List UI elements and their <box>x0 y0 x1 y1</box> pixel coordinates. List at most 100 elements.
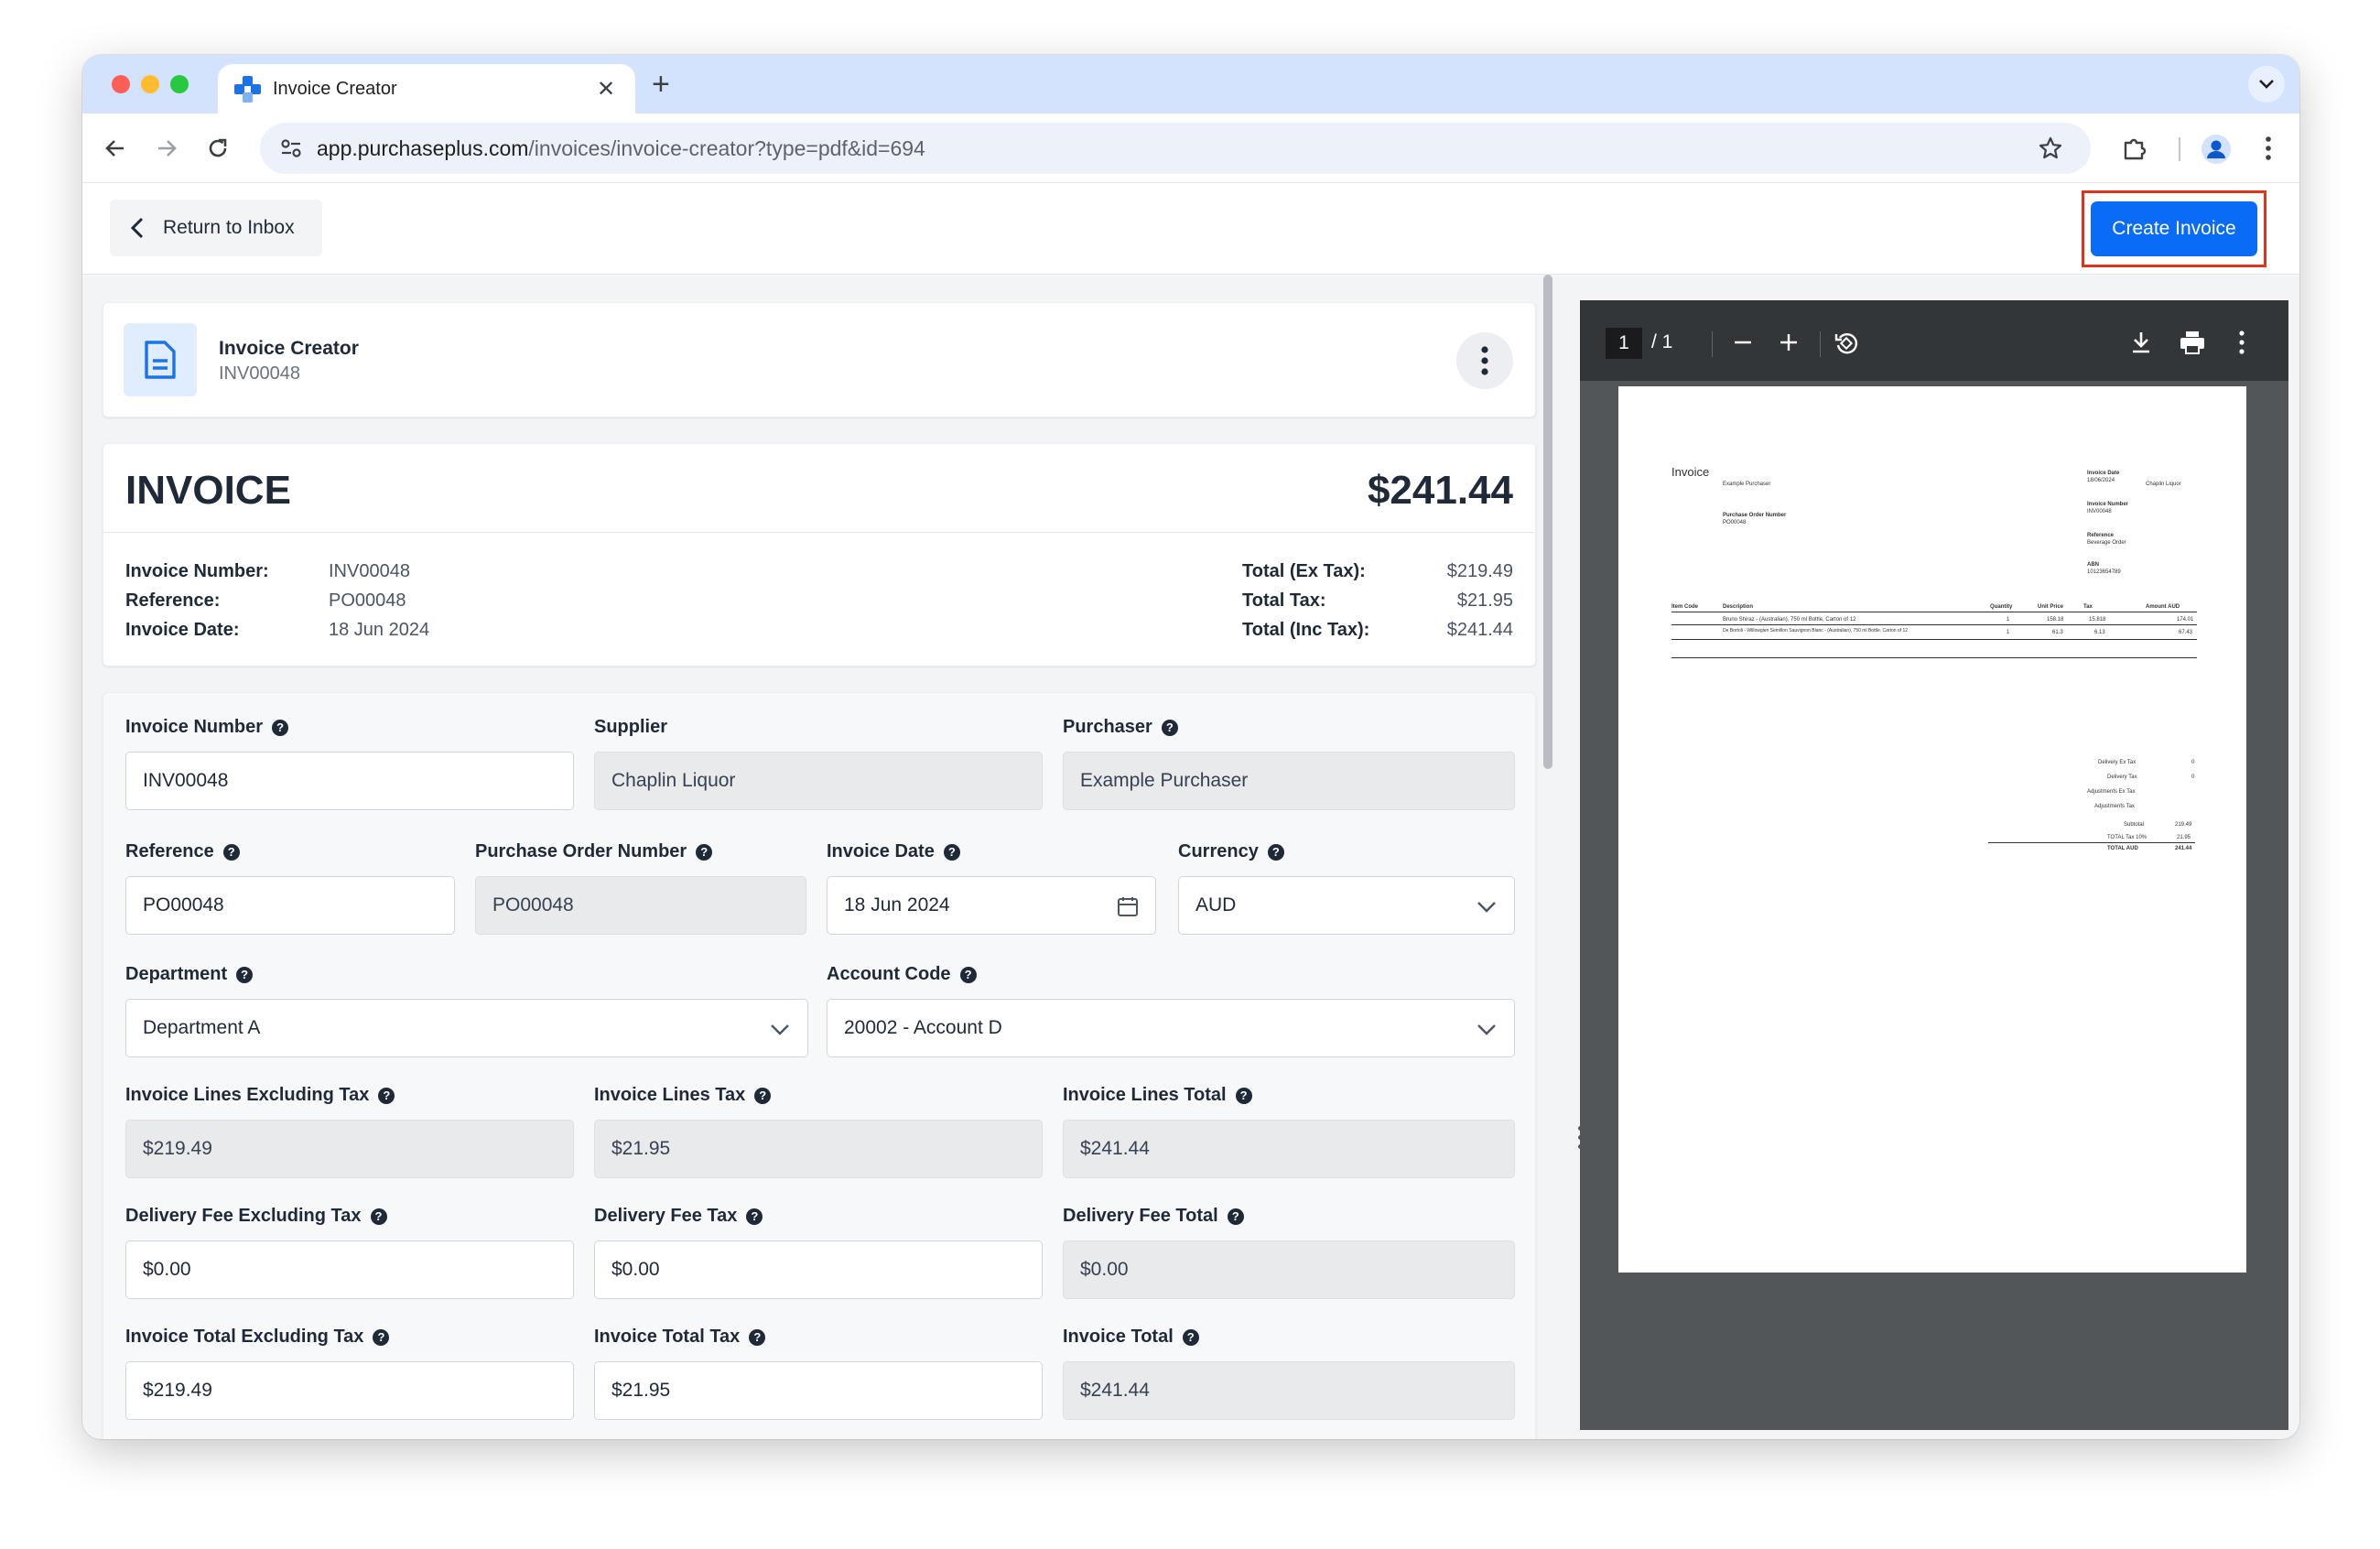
back-arrow-icon[interactable] <box>101 134 130 163</box>
zoom-out-icon[interactable] <box>1732 331 1754 358</box>
invoice-total-field: $241.44 <box>1063 1361 1515 1420</box>
extensions-icon[interactable] <box>2120 134 2149 168</box>
department-value: Department A <box>143 1017 261 1038</box>
toolbar-divider <box>2179 137 2180 161</box>
scrollbar-thumb[interactable] <box>1543 275 1552 769</box>
summary-label: Invoice Number: <box>125 561 269 581</box>
help-icon[interactable]: ? <box>1235 1087 1252 1104</box>
summary-value: 18 Jun 2024 <box>329 620 430 640</box>
site-settings-icon[interactable] <box>278 135 304 166</box>
tab-close-icon[interactable]: ✕ <box>593 76 619 103</box>
pdf-total-label: Delivery Ex Tax <box>2098 760 2137 765</box>
summary-label: Total Tax: <box>1242 590 1326 611</box>
maximize-window-button[interactable] <box>170 75 189 93</box>
calendar-icon[interactable] <box>1117 895 1139 917</box>
summary-total: $241.44 <box>1367 468 1513 513</box>
po-number-label: Purchase Order Number? <box>475 841 713 862</box>
invoice-form-pane: Invoice Creator INV00048 INVOICE $241.44… <box>82 275 1538 1439</box>
summary-value: $241.44 <box>1446 620 1513 640</box>
help-icon[interactable]: ? <box>236 966 254 983</box>
help-icon[interactable]: ? <box>959 966 977 983</box>
summary-label: Total (Ex Tax): <box>1242 561 1366 581</box>
pdf-row-price: 158.18 <box>2047 617 2064 623</box>
profile-avatar-icon[interactable] <box>2201 134 2232 169</box>
total-ex-tax-input[interactable]: $219.49 <box>125 1361 574 1420</box>
rotate-icon[interactable] <box>1833 330 1860 362</box>
pdf-doc-title: Invoice <box>1671 465 1710 479</box>
browser-tab[interactable]: Invoice Creator ✕ <box>218 64 635 114</box>
form-scrollbar[interactable] <box>1540 275 1556 1439</box>
reload-icon[interactable] <box>203 134 233 163</box>
pdf-rule <box>1671 639 2197 640</box>
help-icon[interactable]: ? <box>696 843 713 861</box>
help-icon[interactable]: ? <box>222 843 240 861</box>
invoice-date-input[interactable]: 18 Jun 2024 <box>827 876 1156 935</box>
help-icon[interactable]: ? <box>1267 843 1284 861</box>
return-to-inbox-button[interactable]: Return to Inbox <box>110 200 322 256</box>
pdf-col-header: Tax <box>2083 604 2093 610</box>
summary-value: INV00048 <box>329 561 410 581</box>
pdf-total-label: TOTAL Tax 10% <box>2107 835 2147 840</box>
total-tax-input[interactable]: $21.95 <box>594 1361 1043 1420</box>
help-icon[interactable]: ? <box>1161 719 1178 736</box>
summary-divider <box>103 532 1535 533</box>
help-icon[interactable]: ? <box>272 719 289 736</box>
summary-label: Invoice Date: <box>125 620 240 640</box>
new-tab-icon[interactable]: + <box>652 68 670 101</box>
currency-label: Currency? <box>1178 841 1284 862</box>
pdf-col-header: Amount AUD <box>2146 604 2180 610</box>
account-code-select[interactable]: 20002 - Account D <box>827 999 1515 1057</box>
help-icon[interactable]: ? <box>370 1208 387 1225</box>
pdf-total-label: TOTAL AUD <box>2107 846 2138 851</box>
summary-value: $21.95 <box>1456 590 1513 611</box>
supplier-label: Supplier <box>594 717 668 737</box>
delivery-ex-tax-input[interactable]: $0.00 <box>125 1240 574 1299</box>
kebab-menu-icon <box>1481 346 1488 375</box>
tab-search-chevron-icon[interactable] <box>2248 66 2285 103</box>
help-icon[interactable]: ? <box>749 1328 766 1346</box>
summary-label: Total (Inc Tax): <box>1242 620 1370 640</box>
app-favicon-icon <box>234 76 261 103</box>
create-invoice-button[interactable]: Create Invoice <box>2091 201 2257 256</box>
po-number-field: PO00048 <box>475 876 806 935</box>
help-icon[interactable]: ? <box>943 843 960 861</box>
help-icon[interactable]: ? <box>373 1328 390 1346</box>
pdf-toolbar: 1 / 1 <box>1580 300 2288 381</box>
pdf-row-desc: De Bortoli - Willowglen Semillon Sauvign… <box>1723 628 1909 634</box>
invoice-number-input[interactable]: INV00048 <box>125 752 574 810</box>
delivery-total-field: $0.00 <box>1063 1240 1515 1299</box>
page-total: / 1 <box>1651 331 1673 352</box>
address-bar[interactable]: app.purchaseplus.com/invoices/invoice-cr… <box>260 123 2091 174</box>
account-code-label: Account Code? <box>827 964 977 985</box>
pdf-date-label: Invoice Date <box>2087 471 2120 476</box>
help-icon[interactable]: ? <box>1182 1328 1199 1346</box>
minimize-window-button[interactable] <box>141 75 159 93</box>
help-icon[interactable]: ? <box>1227 1208 1244 1225</box>
pdf-num-value: INV00048 <box>2087 509 2112 515</box>
help-icon[interactable]: ? <box>746 1208 763 1225</box>
browser-menu-icon[interactable] <box>2263 134 2274 168</box>
zoom-in-icon[interactable] <box>1778 331 1800 358</box>
print-icon[interactable] <box>2179 330 2206 360</box>
supplier-field: Chaplin Liquor <box>594 752 1043 810</box>
lines-total-field: $241.44 <box>1063 1120 1515 1178</box>
department-select[interactable]: Department A <box>125 999 808 1057</box>
pdf-row-qty: 1 <box>2007 630 2010 635</box>
forward-arrow-icon[interactable] <box>152 134 181 163</box>
pdf-more-options-icon[interactable] <box>2237 330 2246 360</box>
close-window-button[interactable] <box>112 75 130 93</box>
download-icon[interactable] <box>2129 330 2153 360</box>
help-icon[interactable]: ? <box>378 1087 395 1104</box>
help-icon[interactable]: ? <box>754 1087 772 1104</box>
currency-select[interactable]: AUD <box>1178 876 1515 935</box>
more-options-button[interactable] <box>1456 332 1513 389</box>
reference-input[interactable]: PO00048 <box>125 876 455 935</box>
window-controls <box>112 75 189 93</box>
bookmark-star-icon[interactable] <box>2038 135 2063 166</box>
reference-label: Reference? <box>125 841 240 862</box>
tab-strip: Invoice Creator ✕ + <box>82 55 2299 114</box>
page-number-input[interactable]: 1 <box>1606 328 1642 359</box>
invoice-creator-subtitle: INV00048 <box>219 363 300 384</box>
browser-window: Invoice Creator ✕ + app.purchaseplus.com… <box>82 55 2299 1439</box>
delivery-tax-input[interactable]: $0.00 <box>594 1240 1043 1299</box>
